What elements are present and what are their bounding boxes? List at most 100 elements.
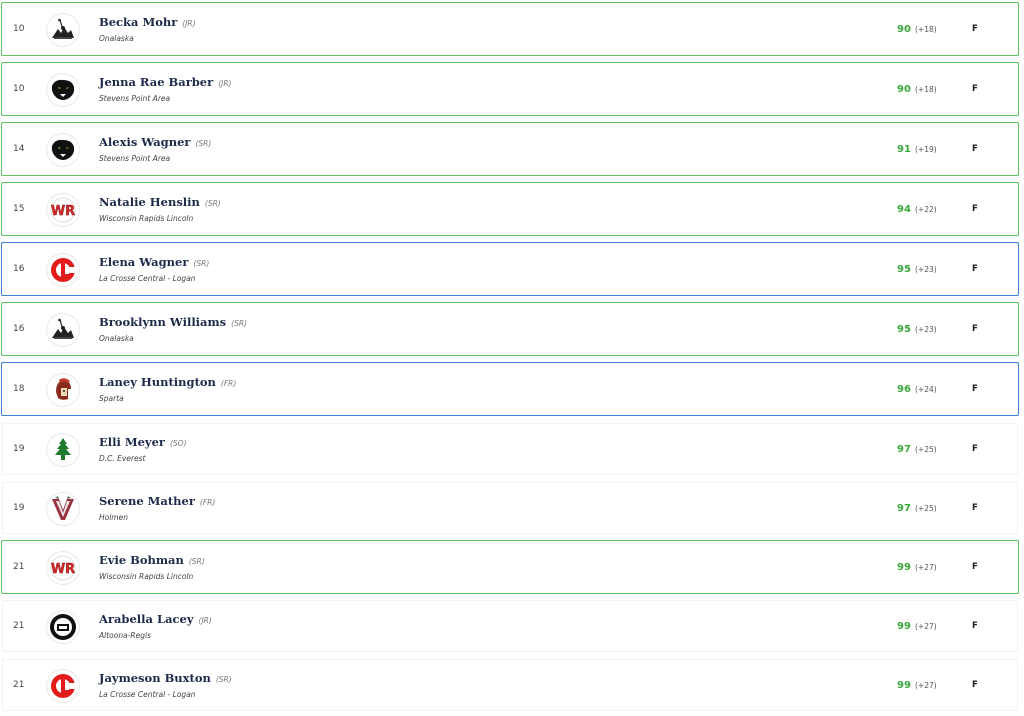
score-value: 99 <box>897 561 911 573</box>
result-row[interactable]: 10 Becka Mohr (JR) Onalaska 90 (+18) F <box>1 2 1019 56</box>
athlete-name[interactable]: Jenna Rae Barber (JR) <box>99 75 231 89</box>
panther-logo-icon <box>47 134 79 166</box>
athlete-name[interactable]: Elena Wagner (SR) <box>99 255 209 269</box>
status-label: F <box>972 680 978 690</box>
result-row[interactable]: 10 Jenna Rae Barber (JR) Stevens Point Area… <box>1 62 1019 116</box>
score-value: 95 <box>897 323 911 335</box>
result-row[interactable]: 15 WR Natalie Henslin (SR) Wisconsin Rapids … <box>1 182 1019 236</box>
rank-text: 10 <box>13 24 25 34</box>
school-name[interactable]: Wisconsin Rapids Lincoln <box>99 214 193 223</box>
grade-label: (SR) <box>188 557 205 566</box>
school-name[interactable]: Holmen <box>99 513 128 522</box>
athlete-name[interactable]: Alexis Wagner (SR) <box>99 135 211 149</box>
rank-text: 21 <box>13 621 25 631</box>
onalaska-logo-icon <box>47 314 79 346</box>
grade-label: (SR) <box>193 259 210 268</box>
result-row[interactable]: 16 Elena Wagner (SR) La Crosse Central - Lo… <box>1 242 1019 296</box>
grade-label: (SR) <box>204 199 221 208</box>
svg-text:WR: WR <box>51 562 75 577</box>
school-name[interactable]: La Crosse Central - Logan <box>99 690 196 699</box>
wr-logo-icon: WR <box>47 194 79 226</box>
status-label: F <box>972 444 978 454</box>
result-row[interactable]: 16 Brooklynn Williams (SR) Onalaska 95 (+23) F <box>1 302 1019 356</box>
athlete-name[interactable]: Laney Huntington (FR) <box>99 375 236 389</box>
rank-text: 15 <box>13 204 25 214</box>
score-value: 99 <box>897 620 911 632</box>
status-label: F <box>972 24 978 34</box>
school-name[interactable]: Wisconsin Rapids Lincoln <box>99 572 193 581</box>
grade-label: (FR) <box>220 379 237 388</box>
rank-text: 18 <box>13 384 25 394</box>
onalaska-logo-icon <box>47 14 79 46</box>
grade-label: (JR) <box>218 79 232 88</box>
status-label: F <box>972 204 978 214</box>
athlete-name[interactable]: Elli Meyer (SO) <box>99 435 187 449</box>
school-name[interactable]: Onalaska <box>99 34 134 43</box>
rank-text: 10 <box>13 84 25 94</box>
score-diff: (+27) <box>915 621 937 631</box>
athlete-name[interactable]: Jaymeson Buxton (SR) <box>99 671 232 685</box>
grade-label: (SR) <box>231 319 247 328</box>
athlete-name[interactable]: Evie Bohman (SR) <box>99 553 205 567</box>
result-row[interactable]: 14 Alexis Wagner (SR) Stevens Point Area 91 (… <box>1 122 1019 176</box>
result-row[interactable]: 21 Jaymeson Buxton (SR) La Crosse Central -… <box>1 658 1019 712</box>
grade-label: (FR) <box>199 498 216 507</box>
school-name[interactable]: Altoona-Regis <box>99 631 151 640</box>
status-label: F <box>972 384 978 394</box>
grade-label: (SO) <box>169 439 187 448</box>
score-value: 90 <box>897 23 911 35</box>
athlete-name[interactable]: Becka Mohr (JR) <box>99 15 196 29</box>
status-label: F <box>972 324 978 334</box>
school-name[interactable]: D.C. Everest <box>99 454 146 463</box>
score-diff: (+27) <box>915 562 937 572</box>
score-value: 94 <box>897 203 911 215</box>
score-value: 97 <box>897 502 911 514</box>
score-value: 95 <box>897 263 911 275</box>
altoona-regis-logo-icon <box>47 611 79 643</box>
score-diff: (+25) <box>915 444 937 454</box>
school-name[interactable]: La Crosse Central - Logan <box>99 274 196 283</box>
rank-text: 16 <box>13 324 25 334</box>
svg-text:WR: WR <box>51 204 75 219</box>
score-diff: (+27) <box>915 680 937 690</box>
score-diff: (+23) <box>915 264 937 274</box>
rank-text: 21 <box>13 562 25 572</box>
status-label: F <box>972 503 978 513</box>
score-diff: (+18) <box>915 84 937 94</box>
status-label: F <box>972 264 978 274</box>
score-diff: (+18) <box>915 24 937 34</box>
school-name[interactable]: Stevens Point Area <box>99 94 170 103</box>
score-diff: (+24) <box>915 384 937 394</box>
lc-logo-icon <box>47 670 79 702</box>
school-name[interactable]: Stevens Point Area <box>99 154 170 163</box>
viking-v-logo-icon <box>47 493 79 525</box>
lc-logo-icon <box>47 254 79 286</box>
score-diff: (+22) <box>915 204 937 214</box>
grade-label: (SR) <box>195 139 212 148</box>
rank-text: 14 <box>13 144 25 154</box>
status-label: F <box>972 621 978 631</box>
result-row[interactable]: 19 Elli Meyer (SO) D.C. Everest 97 (+25) F <box>1 422 1019 476</box>
athlete-name[interactable]: Serene Mather (FR) <box>99 494 215 508</box>
rank-text: 19 <box>13 444 25 454</box>
result-row[interactable]: 21 Arabella Lacey (JR) Altoona-Regis 99 (+27)… <box>1 599 1019 653</box>
school-name[interactable]: Onalaska <box>99 334 134 343</box>
grade-label: (JR) <box>182 19 196 28</box>
athlete-name[interactable]: Arabella Lacey (JR) <box>99 612 212 626</box>
score-diff: (+19) <box>915 144 937 154</box>
score-value: 96 <box>897 383 911 395</box>
athlete-name[interactable]: Natalie Henslin (SR) <box>99 195 221 209</box>
school-name[interactable]: Sparta <box>99 394 124 403</box>
result-row[interactable]: 19 Serene Mather (FR) Holmen 97 (+25) F <box>1 481 1019 535</box>
score-diff: (+23) <box>915 324 937 334</box>
athlete-name[interactable]: Brooklynn Williams (SR) <box>99 315 247 329</box>
result-row[interactable]: 18 Laney Huntington (FR) Sparta 96 (+24) F <box>1 362 1019 416</box>
rank-text: 19 <box>13 503 25 513</box>
score-value: 90 <box>897 83 911 95</box>
score-diff: (+25) <box>915 503 937 513</box>
wr-logo-icon: WR <box>47 552 79 584</box>
status-label: F <box>972 562 978 572</box>
status-label: F <box>972 144 978 154</box>
score-value: 99 <box>897 679 911 691</box>
result-row[interactable]: 21 WR Evie Bohman (SR) Wisconsin Rapids Linc… <box>1 540 1019 594</box>
